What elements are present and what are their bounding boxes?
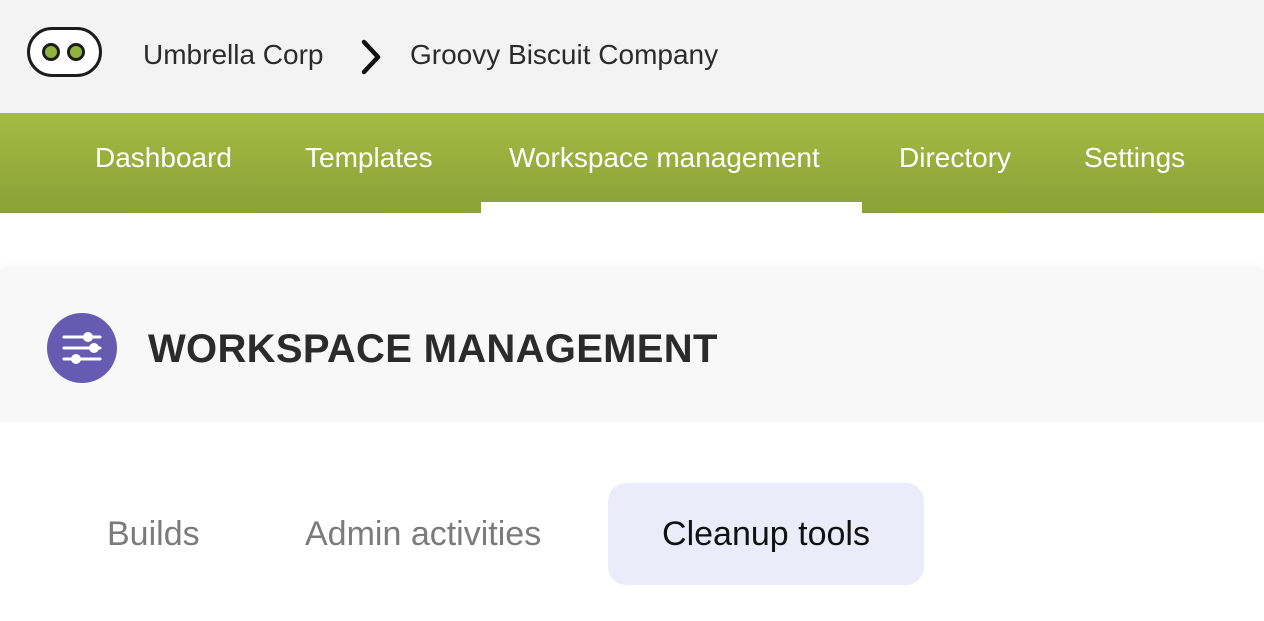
breadcrumb-item-groovy-biscuit-company[interactable]: Groovy Biscuit Company <box>410 38 718 72</box>
tab-cleanup-tools[interactable]: Cleanup tools <box>608 483 924 585</box>
logo-eye-right <box>67 43 85 61</box>
sliders-icon <box>47 313 117 383</box>
tab-admin-activities[interactable]: Admin activities <box>305 483 541 585</box>
tab-builds[interactable]: Builds <box>107 483 200 585</box>
breadcrumb-item-umbrella-corp[interactable]: Umbrella Corp <box>143 38 324 72</box>
top-bar: Umbrella Corp Groovy Biscuit Company <box>0 0 1264 113</box>
nav-item-directory[interactable]: Directory <box>899 113 1011 213</box>
logo-eye-left <box>42 43 60 61</box>
nav-item-templates[interactable]: Templates <box>305 113 433 213</box>
section-header: WORKSPACE MANAGEMENT <box>0 270 1264 422</box>
nav-item-dashboard[interactable]: Dashboard <box>95 113 232 213</box>
page-title: WORKSPACE MANAGEMENT <box>148 327 718 371</box>
two-eyes-logo-icon[interactable] <box>27 27 102 77</box>
nav-item-workspace-management[interactable]: Workspace management <box>481 113 862 213</box>
main-nav: Dashboard Templates Workspace management… <box>0 113 1264 213</box>
chevron-right-icon <box>361 39 381 75</box>
nav-item-settings[interactable]: Settings <box>1084 113 1185 213</box>
